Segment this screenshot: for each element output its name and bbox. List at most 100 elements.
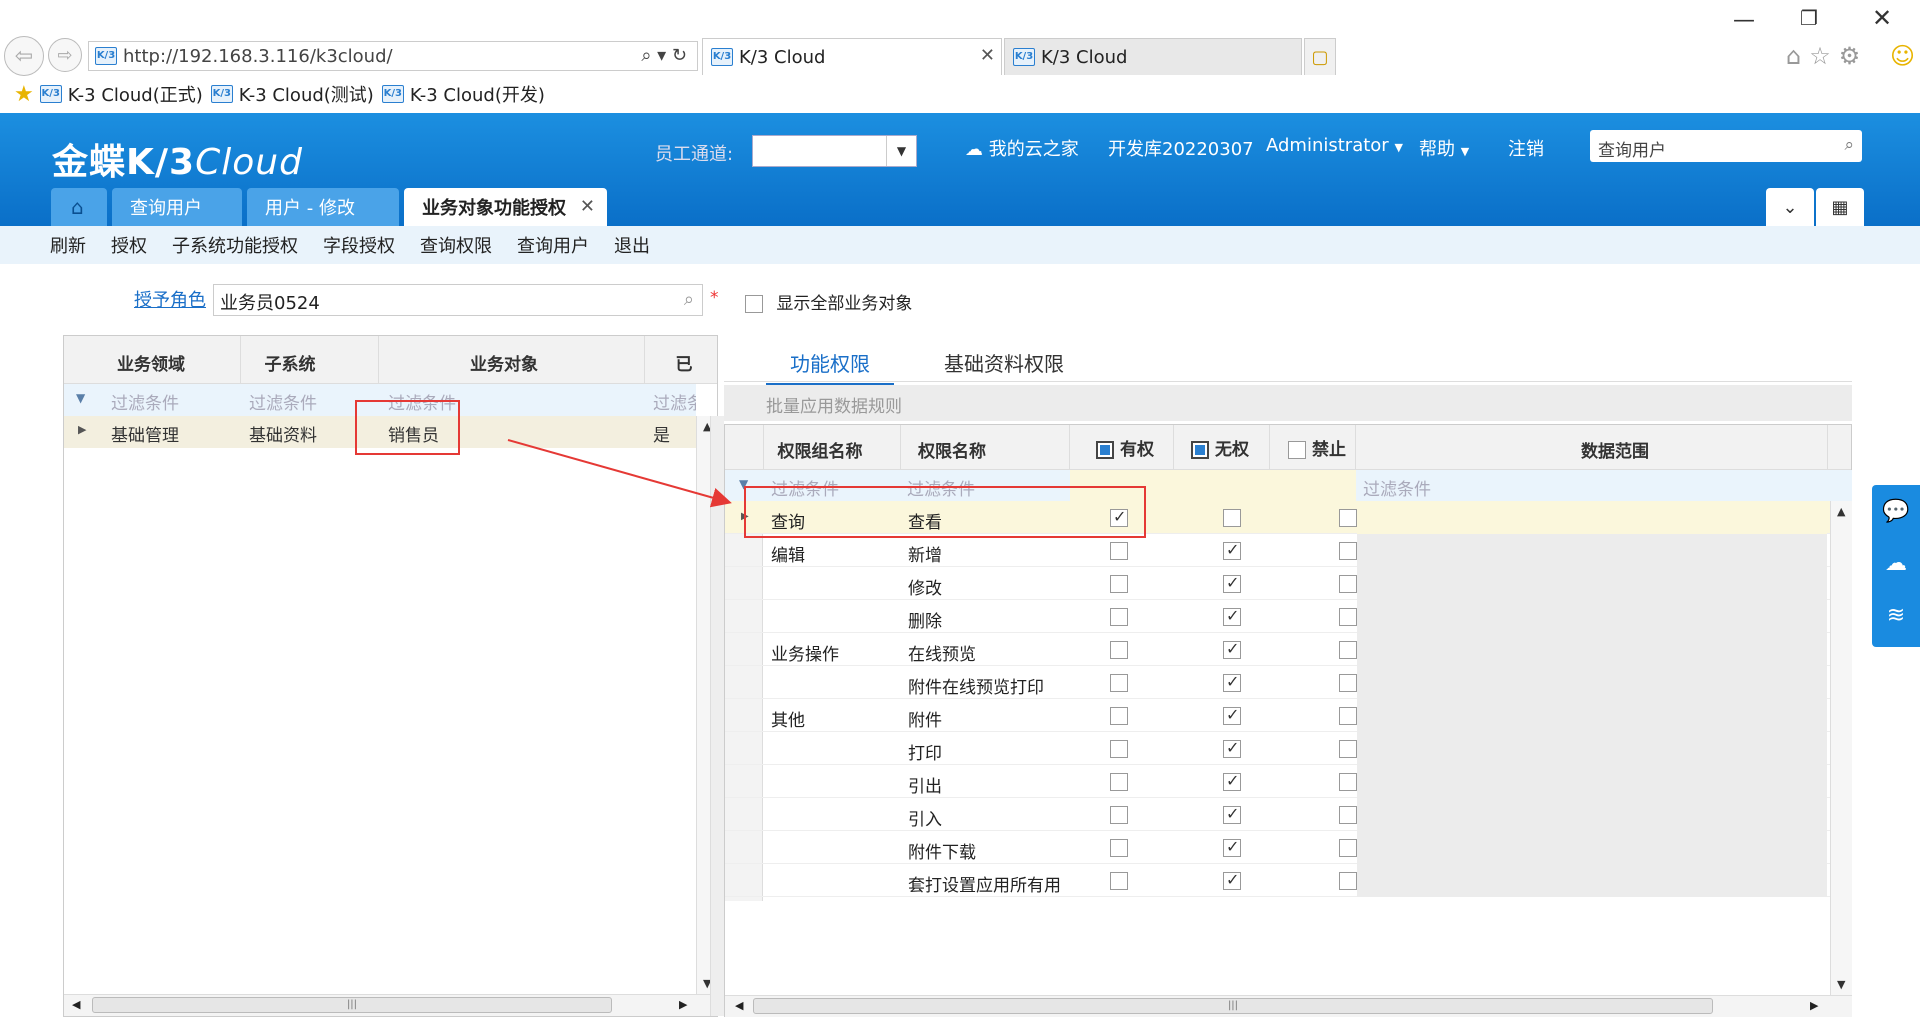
checkbox-none[interactable]: [1223, 870, 1241, 890]
scroll-right-icon[interactable]: ▶: [1810, 999, 1818, 1012]
checkbox-deny[interactable]: [1339, 839, 1357, 857]
cloud-home-link[interactable]: ☁ 我的云之家: [965, 135, 1079, 161]
new-tab-icon[interactable]: ▢: [1304, 38, 1336, 75]
browser-tab-active[interactable]: K/3 K/3 Cloud ✕: [702, 38, 1002, 75]
close-tab-icon[interactable]: ✕: [980, 45, 995, 66]
cell-data-range[interactable]: [1357, 699, 1827, 732]
scroll-down-icon[interactable]: ▼: [1837, 978, 1845, 991]
filter-cell[interactable]: 过滤条件: [653, 389, 696, 414]
tab-query-user[interactable]: 查询用户: [112, 188, 242, 226]
chevron-down-icon[interactable]: ▼: [886, 136, 916, 166]
table-row[interactable]: 编辑 新增: [725, 534, 1830, 567]
checkbox-has[interactable]: [1110, 542, 1128, 560]
bookmark-item[interactable]: K/3 K-3 Cloud(开发): [381, 81, 545, 107]
cell-data-range[interactable]: [1357, 798, 1827, 831]
table-row[interactable]: 套打设置应用所有用: [725, 864, 1830, 897]
query-permission-button[interactable]: 查询权限: [420, 232, 492, 258]
home-tab[interactable]: ⌂: [51, 188, 107, 226]
database-name[interactable]: 开发库20220307: [1108, 135, 1254, 161]
checkbox[interactable]: [1288, 441, 1307, 459]
cell-data-range[interactable]: [1357, 567, 1827, 600]
checkbox-none[interactable]: [1223, 705, 1241, 725]
table-row[interactable]: 删除: [725, 600, 1830, 633]
horizontal-scrollbar[interactable]: ◀ ||| ▶: [64, 994, 717, 1016]
checkbox-has[interactable]: [1110, 641, 1128, 659]
filter-cell[interactable]: 过滤条件: [111, 389, 179, 414]
close-icon[interactable]: ✕: [580, 196, 595, 217]
vertical-scrollbar[interactable]: ▲ ▼: [1830, 501, 1852, 995]
cloud-icon[interactable]: ☁: [1882, 551, 1910, 579]
cell-data-range[interactable]: [1357, 501, 1827, 534]
checkbox-none[interactable]: [1223, 540, 1241, 560]
filter-cell[interactable]: 过滤条件: [249, 389, 317, 414]
grid-menu-icon[interactable]: ▦: [1816, 188, 1864, 226]
checkbox-deny[interactable]: [1339, 509, 1357, 527]
cell-data-range[interactable]: [1357, 633, 1827, 666]
checkbox-none[interactable]: [1223, 639, 1241, 659]
favorites-star-icon[interactable]: ★: [14, 82, 34, 107]
table-row[interactable]: 附件在线预览打印: [725, 666, 1830, 699]
col-range[interactable]: 数据范围: [1565, 437, 1665, 462]
collapse-icon[interactable]: ⌄: [1766, 188, 1814, 226]
table-row[interactable]: 业务操作 在线预览: [725, 633, 1830, 666]
checkbox-partial[interactable]: [1191, 441, 1210, 459]
checkbox-none[interactable]: [1223, 738, 1241, 758]
table-row[interactable]: 附件下载: [725, 831, 1830, 864]
checkbox-has[interactable]: [1110, 872, 1128, 890]
cell-data-range[interactable]: [1357, 666, 1827, 699]
checkbox-has[interactable]: [1110, 773, 1128, 791]
checkbox-deny[interactable]: [1339, 872, 1357, 890]
checkbox-has[interactable]: [1110, 575, 1128, 593]
role-label-link[interactable]: 授予角色: [134, 286, 206, 312]
search-icon[interactable]: ⌕: [1844, 135, 1854, 155]
checkbox-deny[interactable]: [1339, 575, 1357, 593]
checkbox-deny[interactable]: [1339, 707, 1357, 725]
checkbox-has[interactable]: [1110, 740, 1128, 758]
user-search-input[interactable]: 查询用户 ⌕: [1590, 130, 1862, 162]
checkbox-none[interactable]: [1223, 804, 1241, 824]
checkbox-none[interactable]: [1223, 606, 1241, 626]
tab-basic-data-permission[interactable]: 基础资料权限: [944, 348, 1064, 377]
cell-data-range[interactable]: [1357, 765, 1827, 798]
scroll-up-icon[interactable]: ▲: [1837, 505, 1845, 518]
checkbox-deny[interactable]: [1339, 608, 1357, 626]
checkbox-has[interactable]: [1110, 839, 1128, 857]
scroll-thumb[interactable]: |||: [92, 997, 612, 1013]
batch-apply-button[interactable]: 批量应用数据规则: [724, 385, 1852, 421]
close-window-icon[interactable]: ✕: [1872, 4, 1892, 32]
checkbox-partial[interactable]: [1096, 441, 1115, 459]
tab-business-object-auth[interactable]: 业务对象功能授权 ✕: [404, 188, 607, 226]
horizontal-scrollbar[interactable]: ◀ ||| ▶: [725, 995, 1852, 1017]
bookmark-item[interactable]: K/3 K-3 Cloud(正式): [39, 81, 203, 107]
checkbox-none[interactable]: [1223, 771, 1241, 791]
table-row[interactable]: 打印: [725, 732, 1830, 765]
cell-data-range[interactable]: [1357, 600, 1827, 633]
minimize-icon[interactable]: —: [1733, 8, 1755, 33]
checkbox-deny[interactable]: [1339, 542, 1357, 560]
logout-link[interactable]: 注销: [1508, 135, 1544, 161]
checkbox-has[interactable]: [1110, 707, 1128, 725]
grant-button[interactable]: 授权: [111, 232, 147, 258]
table-row[interactable]: 引出: [725, 765, 1830, 798]
col-has[interactable]: 有权: [1085, 435, 1165, 460]
checkbox-has[interactable]: [1110, 806, 1128, 824]
restore-icon[interactable]: ❐: [1800, 6, 1818, 30]
checkbox-none[interactable]: [1223, 573, 1241, 593]
bookmark-item[interactable]: K/3 K-3 Cloud(测试): [210, 81, 374, 107]
checkbox-none[interactable]: [1223, 672, 1241, 692]
coins-icon[interactable]: ≋: [1882, 603, 1910, 631]
checkbox-deny[interactable]: [1339, 674, 1357, 692]
checkbox-has[interactable]: [1110, 608, 1128, 626]
table-row[interactable]: 其他 附件: [725, 699, 1830, 732]
cell-data-range[interactable]: [1357, 534, 1827, 567]
show-all-checkbox[interactable]: 显示全部业务对象: [745, 289, 912, 314]
subsystem-auth-button[interactable]: 子系统功能授权: [172, 232, 298, 258]
query-user-button[interactable]: 查询用户: [517, 232, 589, 258]
checkbox-none[interactable]: [1223, 509, 1241, 527]
col-deny[interactable]: 禁止: [1277, 435, 1357, 460]
field-auth-button[interactable]: 字段授权: [323, 232, 395, 258]
cell-data-range[interactable]: [1357, 864, 1827, 897]
checkbox-none[interactable]: [1223, 837, 1241, 857]
forward-icon[interactable]: ⇨: [48, 38, 82, 72]
checkbox-has[interactable]: [1110, 674, 1128, 692]
